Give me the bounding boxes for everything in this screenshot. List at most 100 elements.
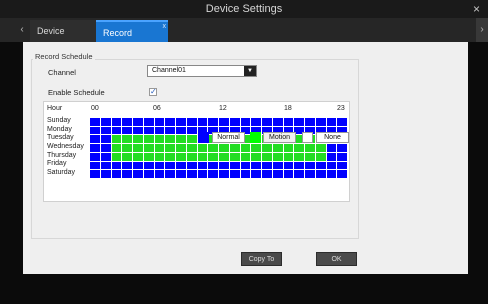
schedule-cell[interactable]: [283, 161, 294, 170]
scroll-right-icon[interactable]: ›: [476, 18, 488, 42]
schedule-cell[interactable]: [229, 118, 240, 126]
schedule-cell[interactable]: [111, 144, 122, 152]
schedule-cell[interactable]: [186, 135, 197, 144]
schedule-cell[interactable]: [262, 170, 272, 178]
normal-button[interactable]: Normal: [212, 132, 245, 143]
schedule-cell[interactable]: [326, 161, 337, 170]
schedule-cell[interactable]: [337, 118, 347, 126]
schedule-cell[interactable]: [154, 144, 165, 152]
channel-select[interactable]: Channel01 ▼: [147, 65, 257, 77]
schedule-cell[interactable]: [251, 118, 261, 126]
schedule-cell[interactable]: [294, 118, 304, 126]
schedule-cell[interactable]: [186, 170, 197, 178]
schedule-cell[interactable]: [315, 161, 326, 170]
schedule-cell[interactable]: [143, 126, 154, 135]
schedule-cell[interactable]: [133, 170, 143, 178]
schedule-cell[interactable]: [176, 144, 186, 152]
schedule-cell[interactable]: [240, 161, 251, 170]
schedule-cell[interactable]: [337, 161, 347, 170]
chevron-down-icon[interactable]: ▼: [244, 66, 256, 76]
schedule-cell[interactable]: [186, 126, 197, 135]
schedule-cell[interactable]: [186, 118, 197, 126]
schedule-cell[interactable]: [154, 118, 165, 126]
schedule-cell[interactable]: [111, 170, 122, 178]
schedule-cell[interactable]: [262, 118, 272, 126]
schedule-cell[interactable]: [272, 118, 283, 126]
schedule-cell[interactable]: [186, 161, 197, 170]
schedule-cell[interactable]: [100, 135, 111, 144]
schedule-cell[interactable]: [208, 144, 218, 152]
schedule-cell[interactable]: [143, 135, 154, 144]
schedule-cell[interactable]: [315, 118, 326, 126]
schedule-cell[interactable]: [272, 170, 283, 178]
schedule-cell[interactable]: [229, 152, 240, 161]
schedule-cell[interactable]: [326, 170, 337, 178]
schedule-cell[interactable]: [283, 152, 294, 161]
schedule-cell[interactable]: [90, 152, 100, 161]
schedule-cell[interactable]: [154, 161, 165, 170]
schedule-cell[interactable]: [337, 170, 347, 178]
schedule-cell[interactable]: [165, 135, 175, 144]
schedule-cell[interactable]: [154, 126, 165, 135]
schedule-cell[interactable]: [305, 161, 315, 170]
schedule-cell[interactable]: [240, 170, 251, 178]
schedule-cell[interactable]: [165, 161, 175, 170]
schedule-cell[interactable]: [154, 152, 165, 161]
schedule-cell[interactable]: [100, 126, 111, 135]
schedule-cell[interactable]: [326, 118, 337, 126]
tab-record-schedule[interactable]: Record Schedule x: [96, 20, 168, 60]
schedule-cell[interactable]: [143, 144, 154, 152]
copy-to-button[interactable]: Copy To: [241, 252, 282, 266]
motion-swatch[interactable]: [250, 132, 261, 143]
schedule-cell[interactable]: [197, 161, 208, 170]
schedule-cell[interactable]: [143, 161, 154, 170]
schedule-cell[interactable]: [100, 170, 111, 178]
schedule-cell[interactable]: [272, 152, 283, 161]
schedule-cell[interactable]: [326, 152, 337, 161]
schedule-cell[interactable]: [176, 152, 186, 161]
schedule-cell[interactable]: [111, 135, 122, 144]
schedule-cell[interactable]: [133, 161, 143, 170]
schedule-cell[interactable]: [186, 152, 197, 161]
schedule-cell[interactable]: [208, 161, 218, 170]
schedule-cell[interactable]: [219, 170, 229, 178]
schedule-cell[interactable]: [262, 161, 272, 170]
schedule-cell[interactable]: [165, 144, 175, 152]
schedule-cell[interactable]: [165, 126, 175, 135]
schedule-cell[interactable]: [90, 170, 100, 178]
schedule-cell[interactable]: [208, 118, 218, 126]
enable-schedule-checkbox[interactable]: ✓: [149, 88, 157, 96]
schedule-cell[interactable]: [294, 170, 304, 178]
schedule-cell[interactable]: [100, 118, 111, 126]
schedule-cell[interactable]: [90, 144, 100, 152]
schedule-cell[interactable]: [305, 152, 315, 161]
schedule-grid[interactable]: [90, 118, 347, 178]
schedule-cell[interactable]: [165, 152, 175, 161]
schedule-cell[interactable]: [111, 118, 122, 126]
schedule-cell[interactable]: [197, 170, 208, 178]
schedule-cell[interactable]: [240, 152, 251, 161]
schedule-cell[interactable]: [143, 118, 154, 126]
schedule-cell[interactable]: [133, 126, 143, 135]
schedule-cell[interactable]: [315, 152, 326, 161]
schedule-cell[interactable]: [197, 118, 208, 126]
schedule-cell[interactable]: [165, 170, 175, 178]
schedule-cell[interactable]: [100, 152, 111, 161]
schedule-cell[interactable]: [208, 170, 218, 178]
schedule-cell[interactable]: [283, 170, 294, 178]
schedule-cell[interactable]: [165, 118, 175, 126]
schedule-cell[interactable]: [305, 118, 315, 126]
schedule-cell[interactable]: [122, 118, 132, 126]
schedule-cell[interactable]: [197, 152, 208, 161]
schedule-cell[interactable]: [133, 152, 143, 161]
schedule-cell[interactable]: [315, 170, 326, 178]
schedule-cell[interactable]: [262, 152, 272, 161]
none-button[interactable]: None: [316, 132, 349, 143]
schedule-cell[interactable]: [229, 161, 240, 170]
schedule-cell[interactable]: [176, 118, 186, 126]
schedule-cell[interactable]: [251, 152, 261, 161]
schedule-cell[interactable]: [337, 152, 347, 161]
schedule-cell[interactable]: [111, 126, 122, 135]
schedule-cell[interactable]: [100, 144, 111, 152]
schedule-cell[interactable]: [176, 170, 186, 178]
